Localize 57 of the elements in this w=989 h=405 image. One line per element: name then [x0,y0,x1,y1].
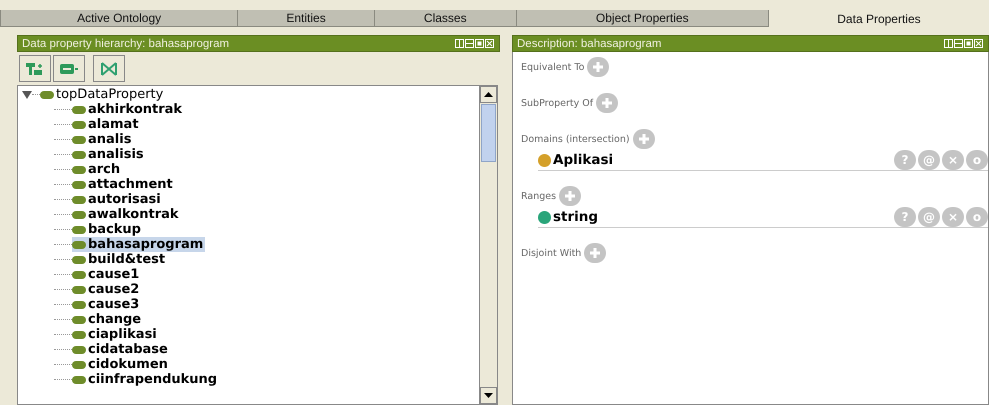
plus-icon [564,190,576,202]
tab[interactable]: Object Properties [516,10,768,27]
section-label: Ranges [521,190,556,202]
add-subproperty-icon [25,62,45,76]
tree-item[interactable]: topDataProperty [40,87,166,102]
tree-item[interactable]: cause3 [72,297,142,312]
add-button[interactable] [587,57,610,77]
plus-icon [589,247,602,259]
entity-name[interactable]: string [538,209,598,225]
down-arrow-icon [484,393,493,398]
tree-item[interactable]: arch [72,162,122,177]
tree-item[interactable]: ciinfrapendukung [72,372,220,387]
panel-title: Data property hierarchy: bahasaprogram [22,38,230,50]
tree-item[interactable]: bahasaprogram [72,237,206,252]
toolbar-button[interactable] [93,55,125,82]
toolbar-button[interactable] [53,55,85,82]
scroll-thumb[interactable] [481,104,496,162]
tab[interactable]: Entities [237,10,374,27]
tree-item[interactable]: ciaplikasi [72,327,159,342]
up-arrow-icon [484,92,493,97]
tree-item[interactable]: attachment [72,177,175,192]
tree-item[interactable]: cause2 [72,282,142,297]
add-button[interactable] [584,243,606,263]
scroll-down-button[interactable] [480,387,497,404]
view-controls-icon[interactable] [944,39,984,48]
section-label: Domains (intersection) [521,134,630,144]
add-sibling-icon [59,62,79,74]
add-button[interactable] [632,129,655,149]
tree-item[interactable]: autorisasi [72,192,163,207]
panel-title: Description: bahasaprogram [517,38,662,50]
tab[interactable]: Classes [374,10,516,27]
section-label: SubProperty Of [521,98,594,108]
plus-icon [592,61,604,73]
tree-item[interactable]: akhirkontrak [72,102,184,117]
tree-item[interactable]: cidokumen [72,357,170,372]
tree-item[interactable]: awalkontrak [72,207,181,222]
section-label: Equivalent To [521,62,584,72]
tree-item[interactable]: alamat [72,117,141,132]
expand-triangle-icon[interactable] [22,90,32,99]
tree-item[interactable]: backup [72,222,143,237]
tree-item[interactable]: cause1 [72,267,142,282]
view-controls-icon[interactable] [455,39,495,48]
toolbar-button[interactable] [19,55,51,82]
plus-icon [601,97,614,109]
delete-icon [100,60,118,76]
tab[interactable]: Active Ontology [0,10,238,27]
tree-item[interactable]: change [72,312,144,327]
tree-item[interactable]: cidatabase [72,342,170,357]
scroll-up-button[interactable] [480,86,497,103]
entity-name[interactable]: Aplikasi [538,152,614,168]
tree-item[interactable]: analisis [72,147,146,162]
tree-item[interactable]: build&test [72,252,168,267]
add-button[interactable] [559,186,582,206]
section-label: Disjoint With [521,248,582,258]
tree-item[interactable]: analis [72,132,134,147]
add-button[interactable] [596,93,618,113]
plus-icon [638,133,650,145]
